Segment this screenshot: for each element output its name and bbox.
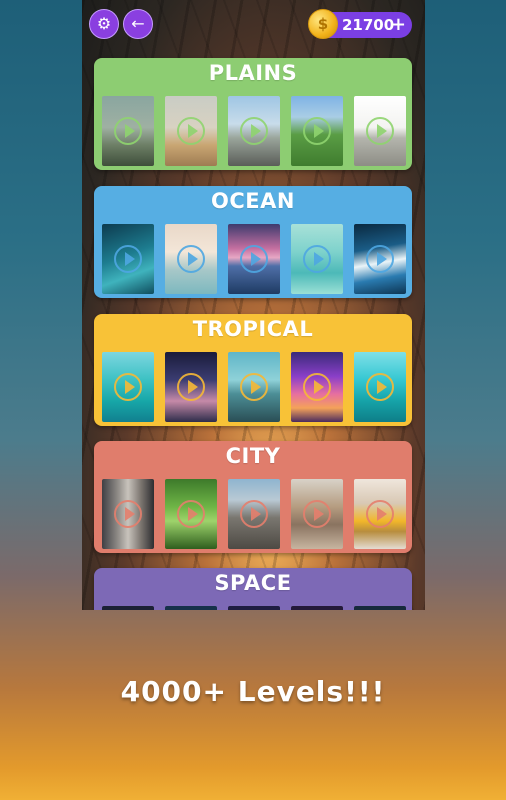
- play-icon: [114, 117, 142, 145]
- category-title: CITY: [225, 444, 281, 468]
- play-icon: [240, 500, 268, 528]
- level-thumbnail[interactable]: [165, 606, 217, 610]
- level-thumbnail[interactable]: [354, 224, 406, 294]
- category-title: PLAINS: [208, 61, 298, 85]
- play-icon: [114, 245, 142, 273]
- category-title: OCEAN: [211, 189, 295, 213]
- level-thumbnail[interactable]: [354, 479, 406, 549]
- level-thumbnail[interactable]: [102, 479, 154, 549]
- gear-icon: ⚙: [96, 14, 112, 33]
- play-icon: [303, 373, 331, 401]
- play-icon: [303, 117, 331, 145]
- play-icon: [366, 373, 394, 401]
- level-thumbnail[interactable]: [228, 606, 280, 610]
- top-bar: ⚙ ← $ 21700 +: [82, 0, 425, 48]
- level-thumbnails: [102, 96, 406, 166]
- level-thumbnail[interactable]: [102, 224, 154, 294]
- level-thumbnail[interactable]: [228, 352, 280, 422]
- level-thumbnails: [102, 479, 406, 549]
- play-icon: [303, 500, 331, 528]
- game-screen: ⚙ ← $ 21700 + PLAINS OCEAN TROPICAL CITY…: [82, 0, 425, 610]
- category-tropical: TROPICAL: [94, 314, 412, 426]
- arrow-left-icon: ←: [131, 14, 145, 33]
- coin-amount: 21700: [342, 16, 395, 34]
- play-icon: [366, 500, 394, 528]
- level-thumbnail[interactable]: [228, 479, 280, 549]
- level-thumbnail[interactable]: [165, 224, 217, 294]
- level-thumbnail[interactable]: [165, 479, 217, 549]
- level-thumbnails: [102, 606, 406, 610]
- play-icon: [240, 117, 268, 145]
- play-icon: [114, 500, 142, 528]
- level-thumbnail[interactable]: [354, 606, 406, 610]
- play-icon: [177, 373, 205, 401]
- category-city: CITY: [94, 441, 412, 553]
- level-thumbnail[interactable]: [165, 352, 217, 422]
- level-thumbnail[interactable]: [291, 479, 343, 549]
- category-title: SPACE: [214, 571, 292, 595]
- play-icon: [366, 245, 394, 273]
- play-icon: [177, 500, 205, 528]
- category-plains: PLAINS: [94, 58, 412, 170]
- back-button[interactable]: ←: [123, 9, 153, 39]
- add-coins-button[interactable]: +: [391, 14, 406, 35]
- level-thumbnail[interactable]: [228, 224, 280, 294]
- coin-icon: $: [308, 9, 338, 39]
- play-icon: [240, 245, 268, 273]
- level-thumbnail[interactable]: [228, 96, 280, 166]
- level-thumbnail[interactable]: [354, 96, 406, 166]
- level-thumbnail[interactable]: [291, 352, 343, 422]
- level-thumbnails: [102, 352, 406, 422]
- level-thumbnail[interactable]: [102, 606, 154, 610]
- play-icon: [114, 373, 142, 401]
- level-thumbnail[interactable]: [291, 224, 343, 294]
- promo-caption: 4000+ Levels!!!: [120, 675, 386, 708]
- level-thumbnail[interactable]: [354, 352, 406, 422]
- level-thumbnail[interactable]: [291, 606, 343, 610]
- play-icon: [303, 245, 331, 273]
- level-thumbnail[interactable]: [102, 96, 154, 166]
- coin-balance[interactable]: $ 21700 +: [308, 9, 412, 39]
- category-ocean: OCEAN: [94, 186, 412, 298]
- play-icon: [240, 373, 268, 401]
- category-space: SPACE: [94, 568, 412, 610]
- play-icon: [177, 245, 205, 273]
- level-thumbnail[interactable]: [291, 96, 343, 166]
- level-thumbnail[interactable]: [102, 352, 154, 422]
- play-icon: [177, 117, 205, 145]
- level-thumbnails: [102, 224, 406, 294]
- play-icon: [366, 117, 394, 145]
- category-title: TROPICAL: [192, 317, 314, 341]
- settings-button[interactable]: ⚙: [89, 9, 119, 39]
- level-thumbnail[interactable]: [165, 96, 217, 166]
